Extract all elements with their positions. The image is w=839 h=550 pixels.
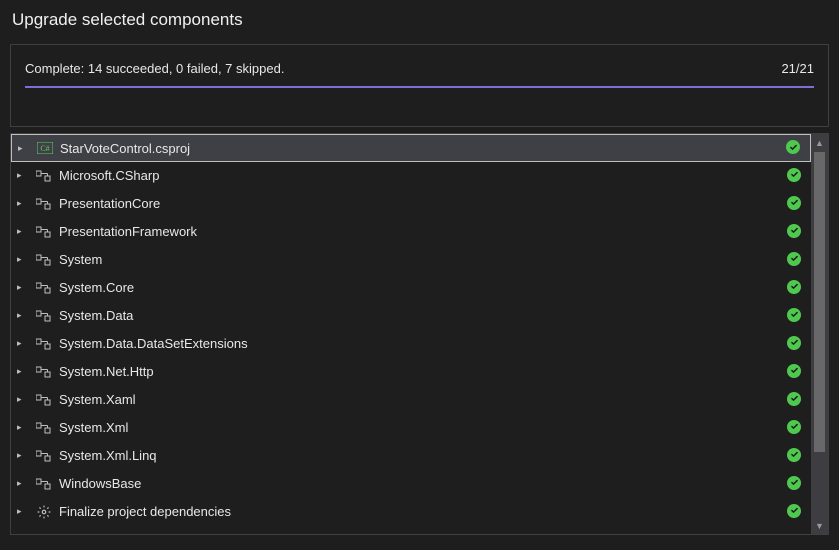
item-label: System.Core xyxy=(59,280,787,295)
reference-icon xyxy=(35,392,53,408)
item-label: WindowsBase xyxy=(59,476,787,491)
tree-row[interactable]: ▸ WindowsBase xyxy=(11,470,811,498)
success-icon xyxy=(787,336,803,352)
success-icon xyxy=(787,364,803,380)
item-label: System.Data xyxy=(59,308,787,323)
expander-icon[interactable]: ▸ xyxy=(17,254,29,265)
item-label: System.Data.DataSetExtensions xyxy=(59,336,787,351)
expander-icon[interactable]: ▸ xyxy=(17,170,29,181)
success-icon xyxy=(787,392,803,408)
reference-icon xyxy=(35,336,53,352)
scrollbar[interactable]: ▲ ▼ xyxy=(811,134,828,534)
expander-icon[interactable]: ▸ xyxy=(17,422,29,433)
gear-icon xyxy=(35,504,53,520)
tree-row[interactable]: ▸ System.Core xyxy=(11,274,811,302)
reference-icon xyxy=(35,448,53,464)
reference-icon xyxy=(35,280,53,296)
component-list: ▸ C# StarVoteControl.csproj ▸ Microsoft.CSha… xyxy=(10,133,829,535)
expander-icon[interactable]: ▸ xyxy=(18,143,30,154)
item-label: System.Net.Http xyxy=(59,364,787,379)
tree-row[interactable]: ▸ System xyxy=(11,246,811,274)
csproj-icon: C# xyxy=(36,140,54,156)
expander-icon[interactable]: ▸ xyxy=(17,506,29,517)
reference-icon xyxy=(35,196,53,212)
tree-row[interactable]: ▸ System.Net.Http xyxy=(11,358,811,386)
reference-icon xyxy=(35,364,53,380)
item-label: Microsoft.CSharp xyxy=(59,168,787,183)
success-icon xyxy=(787,420,803,436)
reference-icon xyxy=(35,224,53,240)
progress-bar xyxy=(25,86,814,88)
success-icon xyxy=(787,504,803,520)
success-icon xyxy=(787,252,803,268)
item-label: System xyxy=(59,252,787,267)
expander-icon[interactable]: ▸ xyxy=(17,226,29,237)
success-icon xyxy=(786,140,802,156)
reference-icon xyxy=(35,252,53,268)
success-icon xyxy=(787,224,803,240)
success-icon xyxy=(787,476,803,492)
tree-row[interactable]: ▸ PresentationFramework xyxy=(11,218,811,246)
expander-icon[interactable]: ▸ xyxy=(17,338,29,349)
tree-row[interactable]: ▸ System.Xml.Linq xyxy=(11,442,811,470)
tree-row[interactable]: ▸ PresentationCore xyxy=(11,190,811,218)
tree-row[interactable]: ▸ Finalize project dependencies xyxy=(11,498,811,526)
expander-icon[interactable]: ▸ xyxy=(17,282,29,293)
status-message: Complete: 14 succeeded, 0 failed, 7 skip… xyxy=(25,61,284,76)
tree-row[interactable]: ▸ System.Xaml xyxy=(11,386,811,414)
reference-icon xyxy=(35,420,53,436)
expander-icon[interactable]: ▸ xyxy=(17,198,29,209)
page-title: Upgrade selected components xyxy=(12,10,829,30)
tree-row[interactable]: ▸ C# StarVoteControl.csproj xyxy=(11,134,811,162)
success-icon xyxy=(787,448,803,464)
expander-icon[interactable]: ▸ xyxy=(17,394,29,405)
tree-row[interactable]: ▸ Microsoft.CSharp xyxy=(11,162,811,190)
svg-text:C#: C# xyxy=(40,144,49,153)
expander-icon[interactable]: ▸ xyxy=(17,450,29,461)
reference-icon xyxy=(35,476,53,492)
tree: ▸ C# StarVoteControl.csproj ▸ Microsoft.CSha… xyxy=(11,134,811,534)
item-label: PresentationFramework xyxy=(59,224,787,239)
item-label: System.Xml.Linq xyxy=(59,448,787,463)
expander-icon[interactable]: ▸ xyxy=(17,310,29,321)
tree-row[interactable]: ▸ System.Data xyxy=(11,302,811,330)
success-icon xyxy=(787,280,803,296)
status-counter: 21/21 xyxy=(781,61,814,76)
success-icon xyxy=(787,308,803,324)
reference-icon xyxy=(35,308,53,324)
reference-icon xyxy=(35,168,53,184)
tree-row[interactable]: ▸ System.Xml xyxy=(11,414,811,442)
tree-row[interactable]: ▸ System.Data.DataSetExtensions xyxy=(11,330,811,358)
item-label: PresentationCore xyxy=(59,196,787,211)
item-label: Finalize project dependencies xyxy=(59,504,787,519)
item-label: System.Xml xyxy=(59,420,787,435)
expander-icon[interactable]: ▸ xyxy=(17,478,29,489)
success-icon xyxy=(787,168,803,184)
scroll-up-icon[interactable]: ▲ xyxy=(811,134,828,151)
success-icon xyxy=(787,196,803,212)
status-panel: Complete: 14 succeeded, 0 failed, 7 skip… xyxy=(10,44,829,127)
item-label: StarVoteControl.csproj xyxy=(60,141,786,156)
scrollbar-thumb[interactable] xyxy=(814,152,825,452)
scroll-down-icon[interactable]: ▼ xyxy=(811,517,828,534)
item-label: System.Xaml xyxy=(59,392,787,407)
expander-icon[interactable]: ▸ xyxy=(17,366,29,377)
